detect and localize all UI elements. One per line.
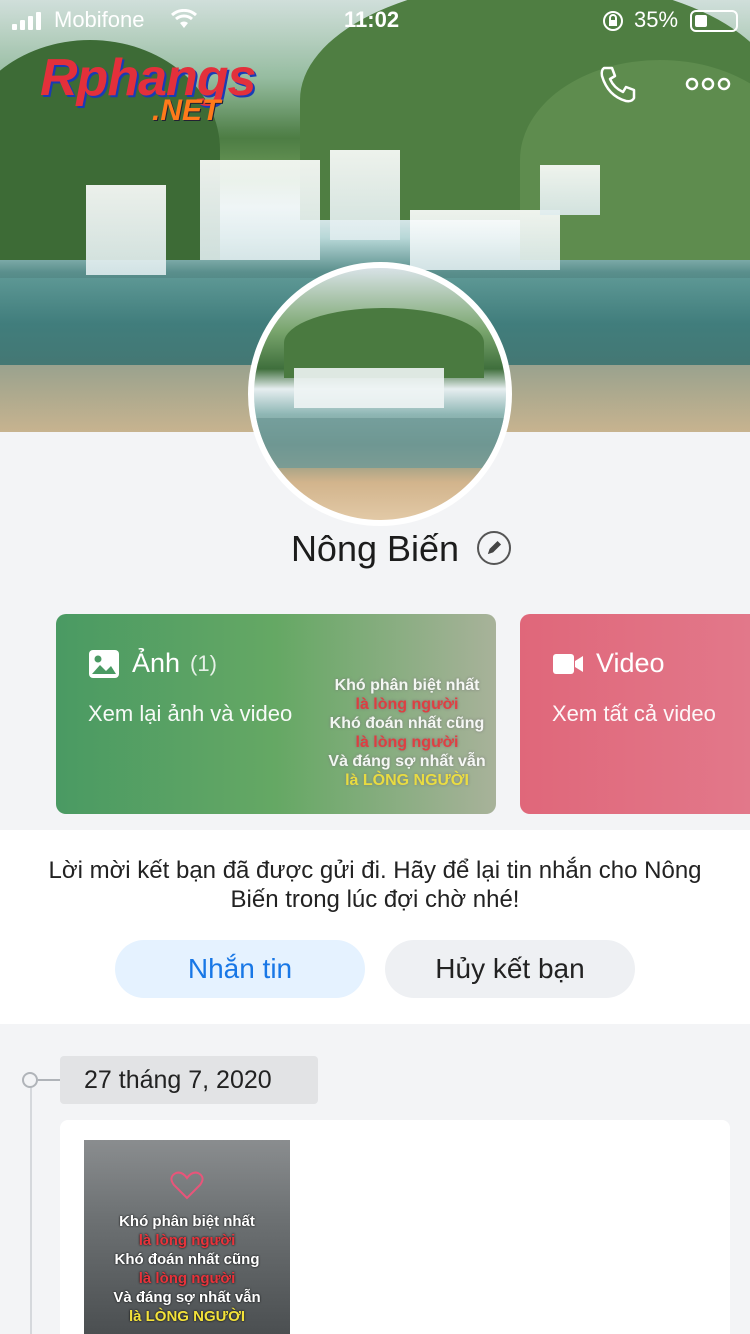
timeline-connector [38, 1079, 60, 1081]
status-bar: Mobifone 11:02 35% [0, 0, 750, 40]
invite-message: Lời mời kết bạn đã được gửi đi. Hãy để l… [48, 857, 702, 913]
image-icon [89, 649, 119, 678]
edit-name-icon[interactable] [477, 531, 511, 565]
battery-percent: 35% [634, 7, 679, 32]
friend-request-panel: Lời mời kết bạn đã được gửi đi. Hãy để l… [0, 830, 750, 1024]
battery-icon [690, 10, 738, 32]
post-thumbnail[interactable]: Khó phân biệt nhất là lòng người Khó đoá… [84, 1140, 290, 1334]
video-camera-icon [553, 653, 583, 674]
carrier-name: Mobifone [54, 7, 145, 32]
timeline-date: 27 tháng 7, 2020 [60, 1056, 318, 1104]
profile-name-row: Nông Biến [0, 528, 750, 570]
videos-subtitle: Xem tất cả video [552, 701, 716, 726]
timeline-post[interactable]: Khó phân biệt nhất là lòng người Khó đoá… [60, 1120, 730, 1334]
unfriend-button[interactable]: Hủy kết bạn [385, 940, 635, 998]
photos-card[interactable]: Ảnh (1) Xem lại ảnh và video Khó phân bi… [56, 614, 496, 814]
more-options-icon[interactable] [684, 62, 732, 106]
clock: 11:02 [344, 7, 400, 32]
photos-label: Ảnh [132, 648, 181, 678]
videos-card[interactable]: Video Xem tất cả video [520, 614, 750, 814]
heart-icon [170, 1171, 204, 1200]
post-thumbnail-text: Khó phân biệt nhất là lòng người Khó đoá… [113, 1213, 261, 1325]
wifi-icon [171, 9, 197, 28]
watermark-logo: Rphangs .NET [40, 49, 256, 127]
profile-avatar[interactable] [248, 262, 512, 526]
rotation-lock-icon [603, 11, 623, 31]
timeline-line [30, 1088, 32, 1334]
timeline-dot [22, 1072, 38, 1088]
phone-call-icon[interactable] [596, 62, 640, 106]
photo-preview-text: Khó phân biệt nhất là lòng người Khó đoá… [328, 677, 486, 789]
videos-label: Video [596, 648, 665, 678]
message-button[interactable]: Nhắn tin [115, 940, 365, 998]
profile-name: Nông Biến [290, 528, 460, 569]
signal-icon [12, 12, 42, 30]
photos-count: (1) [190, 650, 217, 676]
